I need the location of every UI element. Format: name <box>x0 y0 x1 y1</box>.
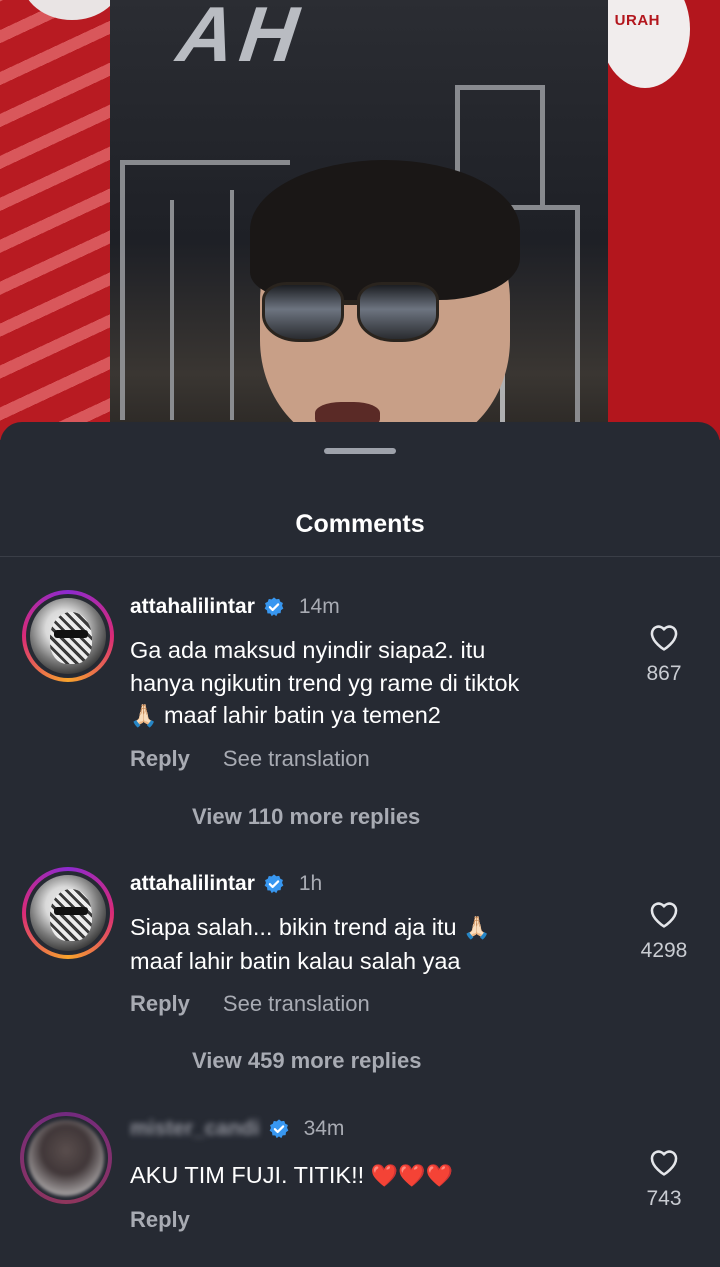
comment-text-line: Ga ada maksud nyindir siapa2. itu <box>130 637 486 663</box>
comment-time: 1h <box>298 872 323 895</box>
comment-username[interactable]: mister_candi <box>130 1117 260 1141</box>
like-control: 867 <box>624 620 704 686</box>
view-replies-button[interactable]: View 459 more replies <box>192 1048 422 1074</box>
red-striped-background <box>0 0 110 440</box>
building-sign: AH <box>165 0 319 78</box>
comment-username[interactable]: attahalilintar <box>130 595 255 619</box>
comment-time: 14m <box>298 595 340 618</box>
comment-text: AKU TIM FUJI. TITIK!! ❤️❤️❤️ <box>130 1162 453 1188</box>
sheet-drag-handle[interactable] <box>324 448 396 454</box>
comment-text: Ga ada maksud nyindir siapa2. itu hanya … <box>130 634 610 733</box>
sunglasses-bridge <box>342 300 360 305</box>
avatar[interactable] <box>22 590 114 682</box>
comment-text-line: hanya ngikutin trend yg rame di tiktok <box>130 669 520 696</box>
praying-hands-emoji: 🙏🏻 <box>463 915 491 940</box>
verified-badge-icon <box>269 1119 288 1139</box>
verified-badge-icon <box>264 597 284 617</box>
avatar[interactable] <box>20 1112 112 1204</box>
reply-button[interactable]: Reply <box>130 746 190 772</box>
like-count: 867 <box>646 662 682 685</box>
like-count: 4298 <box>640 939 688 962</box>
railing-post <box>170 200 174 420</box>
comment-header: mister_candi 34m <box>130 1114 344 1144</box>
avatar-image <box>30 875 106 951</box>
comment-actions: Reply See translation <box>130 991 370 1017</box>
comment-text-line: Siapa salah... bikin trend aja itu 🙏🏻 <box>130 914 491 940</box>
verified-badge-icon <box>264 874 284 894</box>
heart-outline-icon[interactable] <box>647 1145 681 1177</box>
heart-outline-icon[interactable] <box>647 620 681 652</box>
circle-logo-text: URAH <box>614 12 660 29</box>
sunglasses-left-lens <box>262 282 344 342</box>
sunglasses-right-lens <box>357 282 439 342</box>
see-translation-button[interactable]: See translation <box>223 991 370 1017</box>
person-hair <box>250 160 520 300</box>
comment-text-line: maaf lahir batin kalau salah yaa <box>130 947 461 974</box>
see-translation-button[interactable]: See translation <box>223 746 370 772</box>
like-control: 743 <box>624 1145 704 1211</box>
reply-button[interactable]: Reply <box>130 991 190 1017</box>
sheet-title: Comments <box>295 510 425 538</box>
video-backdrop: URAH AH <box>0 0 720 440</box>
comment-username[interactable]: attahalilintar <box>130 872 255 896</box>
comment-actions: Reply See translation <box>130 746 370 772</box>
railing-post <box>230 190 234 420</box>
reply-button[interactable]: Reply <box>130 1207 190 1233</box>
avatar-image <box>30 598 106 674</box>
comment-header: attahalilintar 1h <box>130 869 322 899</box>
avatar-image <box>28 1120 104 1196</box>
heart-outline-icon[interactable] <box>647 897 681 929</box>
avatar[interactable] <box>22 867 114 959</box>
like-count: 743 <box>646 1187 682 1210</box>
comment-text-line: 🙏🏻 maaf lahir batin ya temen2 <box>130 702 441 728</box>
comment-text: Siapa salah... bikin trend aja itu 🙏🏻 ma… <box>130 911 610 977</box>
like-control: 4298 <box>624 897 704 963</box>
comments-sheet: Comments attahalilintar 14m Ga ada maksu… <box>0 422 720 1267</box>
red-hearts-emoji: ❤️❤️❤️ <box>370 1163 453 1188</box>
comment-actions: Reply <box>130 1207 190 1233</box>
video-frame[interactable]: AH <box>110 0 608 440</box>
header-divider <box>0 556 720 557</box>
view-replies-button[interactable]: View 110 more replies <box>192 804 420 830</box>
comment-time: 34m <box>303 1117 345 1140</box>
praying-hands-emoji: 🙏🏻 <box>130 703 158 728</box>
comment-header: attahalilintar 14m <box>130 592 340 622</box>
